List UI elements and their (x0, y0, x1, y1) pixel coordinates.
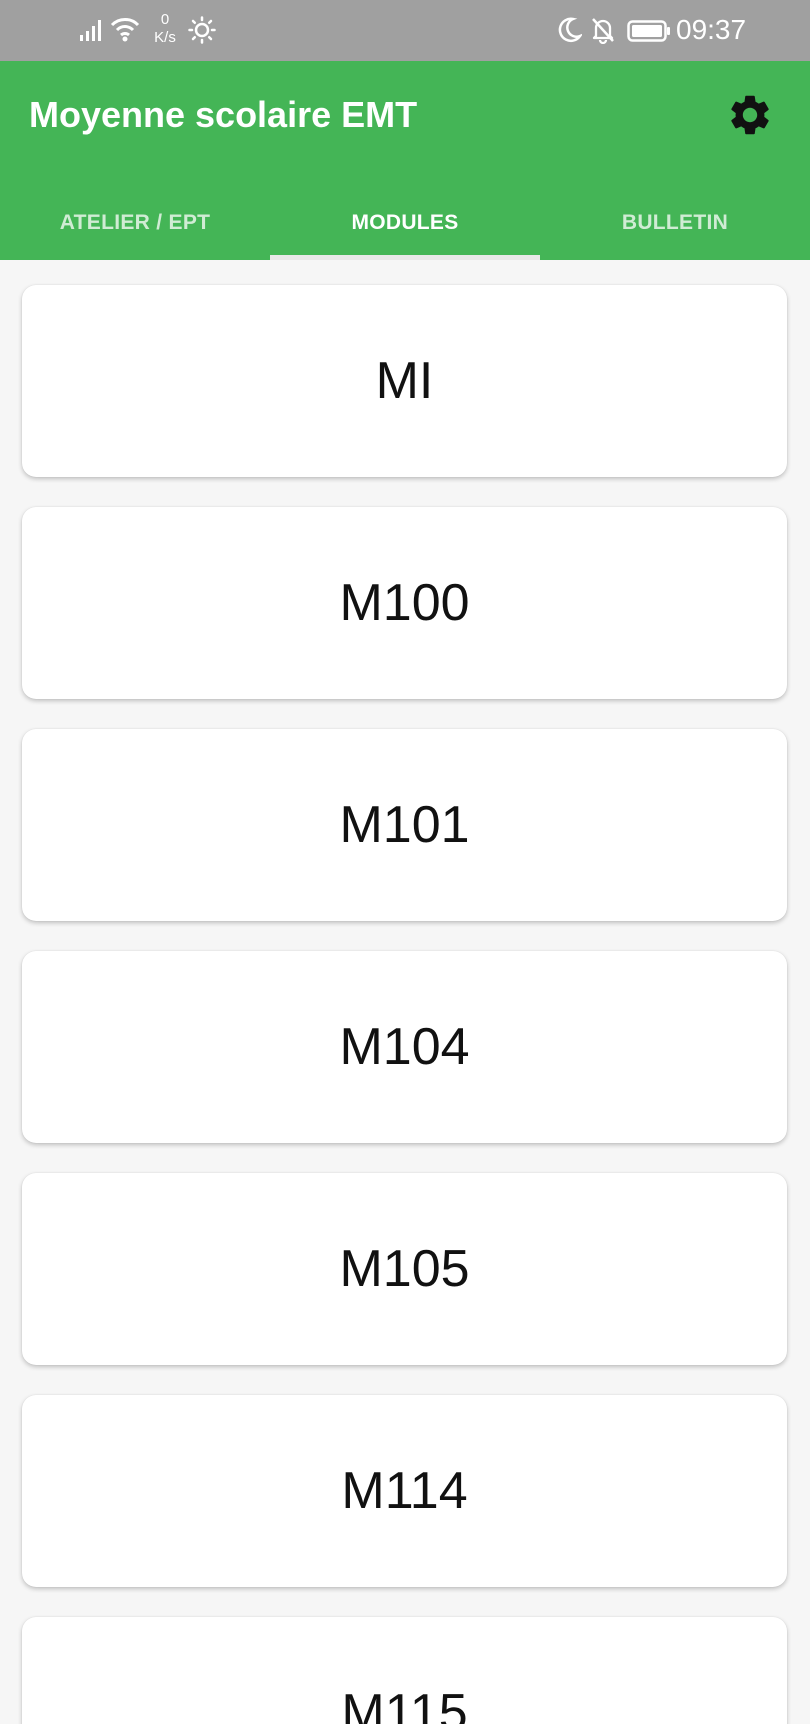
network-speed: 0 K/s (150, 11, 180, 47)
battery-icon (627, 20, 670, 42)
module-label: M101 (339, 796, 470, 854)
settings-button[interactable] (724, 89, 776, 141)
tab-bar: ATELIER / EPT MODULES BULLETIN (0, 185, 810, 260)
app-bar: Moyenne scolaire EMT ATELIER / EPT MODUL… (0, 61, 810, 260)
module-card-m105[interactable]: M105 (22, 1173, 787, 1365)
module-label: M115 (341, 1684, 468, 1724)
network-speed-value: 0 (160, 11, 170, 28)
module-card-m114[interactable]: M114 (22, 1395, 787, 1587)
module-label: M105 (339, 1240, 470, 1298)
module-card-m115[interactable]: M115 (22, 1617, 787, 1724)
notifications-muted-icon (592, 18, 614, 44)
brightness-icon (188, 16, 216, 44)
status-time: 09:37 (676, 14, 747, 45)
network-speed-unit: K/s (154, 29, 176, 46)
module-label: M100 (339, 574, 470, 632)
status-bar: 0 K/s 09:37 (0, 0, 810, 61)
do-not-disturb-moon-icon (558, 17, 582, 43)
module-label: M114 (341, 1462, 468, 1520)
tab-label: MODULES (351, 210, 459, 234)
module-card-m100[interactable]: M100 (22, 507, 787, 699)
tab-label: ATELIER / EPT (59, 210, 211, 234)
bottom-edge (0, 1724, 810, 1734)
tab-modules[interactable]: MODULES (270, 185, 540, 260)
tab-atelier-ept[interactable]: ATELIER / EPT (0, 185, 270, 260)
module-card-m104[interactable]: M104 (22, 951, 787, 1143)
app-title: Moyenne scolaire EMT (29, 94, 418, 135)
wifi-icon (110, 18, 140, 42)
module-card-mi[interactable]: MI (22, 285, 787, 477)
module-label: M104 (339, 1018, 470, 1076)
tab-label: BULLETIN (621, 210, 729, 234)
module-card-m101[interactable]: M101 (22, 729, 787, 921)
tab-bulletin[interactable]: BULLETIN (540, 185, 810, 260)
cellular-signal-icon (80, 20, 101, 41)
gear-icon (731, 95, 769, 135)
module-label: MI (375, 352, 434, 410)
module-list[interactable]: MI M100 M101 M104 M105 M114 M115 (0, 260, 810, 1724)
